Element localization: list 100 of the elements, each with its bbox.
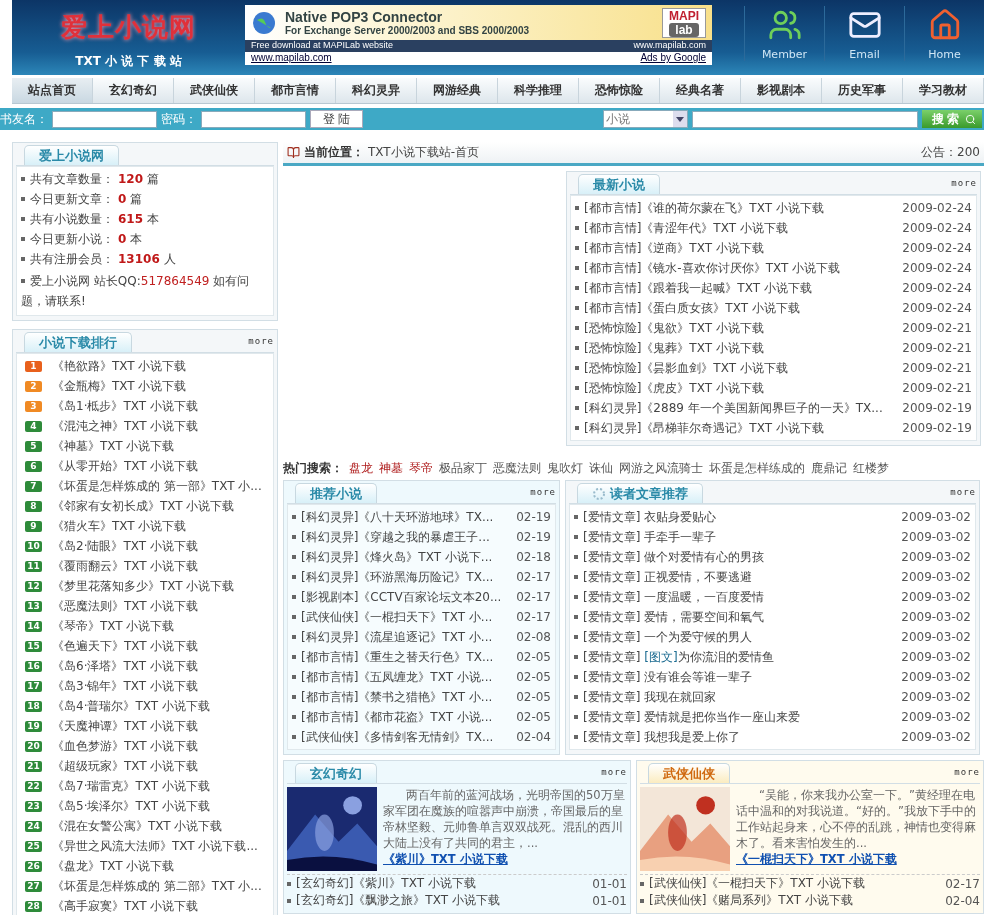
novel-link[interactable]: 《岛4·普瑞尔》TXT 小说下载 xyxy=(52,697,210,715)
novel-link[interactable]: 《血色梦游》TXT 小说下载 xyxy=(52,737,199,755)
novel-link[interactable]: 《岛6·泽塔》TXT 小说下载 xyxy=(52,657,198,675)
novel-link[interactable]: [玄幻奇幻]《飘渺之旅》TXT 小说下载 xyxy=(296,892,500,909)
article-link[interactable]: [爱情文章] 手牵手一辈子 xyxy=(583,528,717,546)
novel-link[interactable]: 《坏蛋是怎样炼成的 第二部》TXT 小... xyxy=(52,877,262,895)
search-term-link[interactable]: 鬼吹灯 xyxy=(547,460,583,477)
shortcut-link[interactable]: Email xyxy=(824,6,904,61)
novel-link[interactable]: 《岛7·瑞雷克》TXT 小说下载 xyxy=(52,777,210,795)
novel-link[interactable]: [玄幻奇幻]《紫川》TXT 小说下载 xyxy=(296,875,476,892)
search-term-link[interactable]: 鹿鼎记 xyxy=(811,460,847,477)
novel-link[interactable]: 《色遍天下》TXT 小说下载 xyxy=(52,637,199,655)
article-link[interactable]: [爱情文章] 我想我是爱上你了 xyxy=(583,728,741,746)
novel-link[interactable]: 《岛2·陆眼》TXT 小说下载 xyxy=(52,537,198,555)
novel-link[interactable]: 《琴帝》TXT 小说下载 xyxy=(52,617,175,635)
download-link[interactable]: 《一棍扫天下》TXT 小说下载 xyxy=(736,851,980,867)
article-link[interactable]: [爱情文章] 正视爱情，不要逃避 xyxy=(583,568,753,586)
nav-tab[interactable]: 历史军事 xyxy=(822,78,903,103)
more-link[interactable]: more xyxy=(950,487,976,497)
novel-link[interactable]: 《艳欲路》TXT 小说下载 xyxy=(52,357,187,375)
novel-link[interactable]: [武侠仙侠]《一棍扫天下》TXT 小说下载 xyxy=(649,875,865,892)
nav-tab[interactable]: 都市言情 xyxy=(255,78,336,103)
article-link[interactable]: [爱情文章] 一个为爱守候的男人 xyxy=(583,628,753,646)
article-link[interactable]: [爱情文章] 一度温暖，一百度爱情 xyxy=(583,588,765,606)
novel-link[interactable]: 《恶魔法则》TXT 小说下载 xyxy=(52,597,199,615)
nav-tab[interactable]: 科学推理 xyxy=(498,78,579,103)
novel-link[interactable]: 《岛3·锦年》TXT 小说下载 xyxy=(52,677,198,695)
novel-link[interactable]: [恐怖惊险]《昙影血剑》TXT 小说下载 xyxy=(584,359,788,377)
novel-link[interactable]: [科幻灵异]《2889 年一个美国新闻界巨子的一天》TX... xyxy=(584,399,883,417)
novel-link[interactable]: [都市言情]《逆商》TXT 小说下载 xyxy=(584,239,764,257)
nav-tab[interactable]: 学习教材 xyxy=(903,78,984,103)
search-term-link[interactable]: 网游之风流骑士 xyxy=(619,460,703,477)
nav-tab[interactable]: 武侠仙侠 xyxy=(174,78,255,103)
novel-link[interactable]: 《梦里花落知多少》TXT 小说下载 xyxy=(52,577,235,595)
shortcut-link[interactable]: Home xyxy=(904,6,984,61)
novel-link[interactable]: 《金瓶梅》TXT 小说下载 xyxy=(52,377,187,395)
article-link[interactable]: [爱情文章] 爱情就是把你当作一座山来爱 xyxy=(583,708,801,726)
novel-link[interactable]: 《高手寂寞》TXT 小说下载 xyxy=(52,897,199,915)
ads-by-link[interactable]: Ads by Google xyxy=(640,52,706,65)
novel-link[interactable]: [恐怖惊险]《鬼葬》TXT 小说下载 xyxy=(584,339,764,357)
ad-link[interactable]: www.mapilab.com xyxy=(251,52,332,65)
article-link[interactable]: [爱情文章] 爱情，需要空间和氧气 xyxy=(583,608,765,626)
novel-link[interactable]: [科幻灵异]《昂梯菲尔奇遇记》TXT 小说下载 xyxy=(584,419,824,437)
search-term-link[interactable]: 极品家丁 xyxy=(439,460,487,477)
login-button[interactable]: 登 陆 xyxy=(310,110,364,128)
download-link[interactable]: 《紫川》TXT 小说下载 xyxy=(383,851,627,867)
article-link[interactable]: [爱情文章] 没有谁会等谁一辈子 xyxy=(583,668,753,686)
novel-link[interactable]: 《岛1·柢步》TXT 小说下载 xyxy=(52,397,198,415)
search-field[interactable] xyxy=(691,110,918,128)
novel-link[interactable]: 《邻家有女初长成》TXT 小说下载 xyxy=(52,497,235,515)
search-term-link[interactable]: 恶魔法则 xyxy=(493,460,541,477)
novel-link[interactable]: 《坏蛋是怎样炼成的 第一部》TXT 小... xyxy=(52,477,262,495)
password-field[interactable] xyxy=(201,110,306,128)
article-link[interactable]: [爱情文章] 我现在就回家 xyxy=(583,688,717,706)
shortcut-link[interactable]: Member xyxy=(744,6,824,61)
novel-link[interactable]: 《岛5·埃泽尔》TXT 小说下载 xyxy=(52,797,210,815)
more-link[interactable]: more xyxy=(248,336,274,346)
novel-link[interactable]: [影视剧本]《CCTV百家论坛文本20... xyxy=(301,588,502,606)
novel-link[interactable]: [都市言情]《五凤缠龙》TXT 小说... xyxy=(301,668,493,686)
search-term-link[interactable]: 盘龙 xyxy=(349,460,373,477)
novel-link[interactable]: [科幻灵异]《环游黑海历险记》TX... xyxy=(301,568,494,586)
novel-link[interactable]: [都市言情]《都市花盗》TXT 小说... xyxy=(301,708,493,726)
more-link[interactable]: more xyxy=(601,767,627,777)
novel-link[interactable]: [武侠仙侠]《一棍扫天下》TXT 小... xyxy=(301,608,493,626)
novel-link[interactable]: [恐怖惊险]《虎皮》TXT 小说下载 xyxy=(584,379,764,397)
novel-link[interactable]: 《异世之风流大法师》TXT 小说下载... xyxy=(52,837,258,855)
novel-link[interactable]: [都市言情]《谁的荷尔蒙在飞》TXT 小说下载 xyxy=(584,199,824,217)
novel-link[interactable]: 《混在女警公寓》TXT 小说下载 xyxy=(52,817,223,835)
more-link[interactable]: more xyxy=(951,178,977,188)
novel-link[interactable]: [恐怖惊险]《鬼欲》TXT 小说下载 xyxy=(584,319,764,337)
nav-tab[interactable]: 网游经典 xyxy=(417,78,498,103)
search-term-link[interactable]: 红楼梦 xyxy=(853,460,889,477)
novel-link[interactable]: 《神墓》TXT 小说下载 xyxy=(52,437,175,455)
more-link[interactable]: more xyxy=(530,487,556,497)
search-term-link[interactable]: 坏蛋是怎样练成的 xyxy=(709,460,805,477)
novel-link[interactable]: [武侠仙侠]《赌局系列》TXT 小说下载 xyxy=(649,892,853,909)
nav-tab[interactable]: 经典名著 xyxy=(660,78,741,103)
search-term-link[interactable]: 诛仙 xyxy=(589,460,613,477)
novel-link[interactable]: [都市言情]《重生之替天行色》TX... xyxy=(301,648,494,666)
username-field[interactable] xyxy=(52,110,157,128)
article-link[interactable]: [爱情文章] 做个对爱情有心的男孩 xyxy=(583,548,765,566)
novel-link[interactable]: 《从零开始》TXT 小说下载 xyxy=(52,457,199,475)
novel-link[interactable]: [都市言情]《镜水-喜欢你讨厌你》TXT 小说下载 xyxy=(584,259,841,277)
nav-tab[interactable]: 影视剧本 xyxy=(741,78,822,103)
article-link[interactable]: [爱情文章] [图文]为你流泪的爱情鱼 xyxy=(583,648,774,666)
novel-link[interactable]: 《盘龙》TXT 小说下载 xyxy=(52,857,175,875)
nav-tab[interactable]: 站点首页 xyxy=(12,78,93,103)
novel-link[interactable]: [科幻灵异]《八十天环游地球》TX... xyxy=(301,508,494,526)
novel-link[interactable]: [科幻灵异]《流星追逐记》TXT 小... xyxy=(301,628,493,646)
novel-link[interactable]: [都市言情]《青涩年代》TXT 小说下载 xyxy=(584,219,788,237)
nav-tab[interactable]: 玄幻奇幻 xyxy=(93,78,174,103)
novel-link[interactable]: [武侠仙侠]《多情剑客无情剑》TX... xyxy=(301,728,494,746)
nav-tab[interactable]: 科幻灵异 xyxy=(336,78,417,103)
novel-link[interactable]: 《混沌之神》TXT 小说下载 xyxy=(52,417,199,435)
novel-link[interactable]: [都市言情]《跟着我一起喊》TXT 小说下载 xyxy=(584,279,812,297)
search-term-link[interactable]: 神墓 xyxy=(379,460,403,477)
novel-link[interactable]: [都市言情]《蛋白质女孩》TXT 小说下载 xyxy=(584,299,800,317)
novel-link[interactable]: [科幻灵异]《烽火岛》TXT 小说下... xyxy=(301,548,493,566)
novel-link[interactable]: 《超级玩家》TXT 小说下载 xyxy=(52,757,199,775)
novel-link[interactable]: 《猎火车》TXT 小说下载 xyxy=(52,517,187,535)
